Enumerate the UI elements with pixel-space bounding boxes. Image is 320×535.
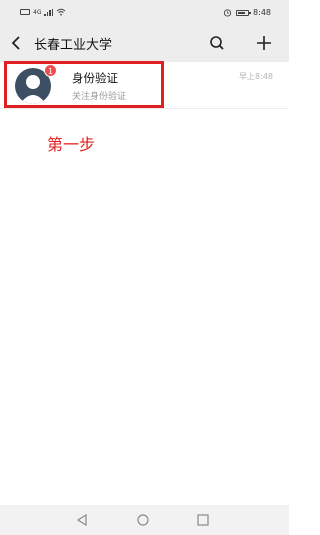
chat-list-item[interactable]: 1 身份验证 关注身份验证 早上8:48: [0, 62, 289, 109]
system-nav-bar: [0, 505, 289, 535]
status-time: 8:48: [253, 8, 271, 17]
battery-icon: [236, 9, 252, 16]
signal-icon: [44, 8, 54, 16]
circle-home-icon[interactable]: [136, 513, 150, 527]
nav-bar: 长春工业大学: [0, 24, 289, 62]
sim-card-icon: [20, 9, 30, 15]
search-icon[interactable]: [209, 35, 225, 51]
chat-time: 早上8:48: [239, 72, 273, 81]
chat-title: 身份验证: [72, 71, 118, 85]
triangle-back-icon[interactable]: [75, 513, 89, 527]
step-label: 第一步: [47, 135, 96, 154]
status-left: 4G: [20, 8, 66, 16]
add-icon[interactable]: [256, 35, 272, 51]
back-icon[interactable]: [10, 35, 22, 51]
wifi-icon: [57, 8, 66, 16]
chat-preview: 关注身份验证: [72, 92, 127, 102]
alarm-icon: [223, 9, 232, 17]
unread-badge: 1: [44, 64, 57, 77]
page-title: 长春工业大学: [34, 38, 113, 53]
network-type: 4G: [33, 8, 42, 16]
status-bar: 4G 8:48: [0, 0, 289, 24]
square-recent-icon[interactable]: [196, 513, 210, 527]
status-right: 8:48: [223, 8, 271, 17]
